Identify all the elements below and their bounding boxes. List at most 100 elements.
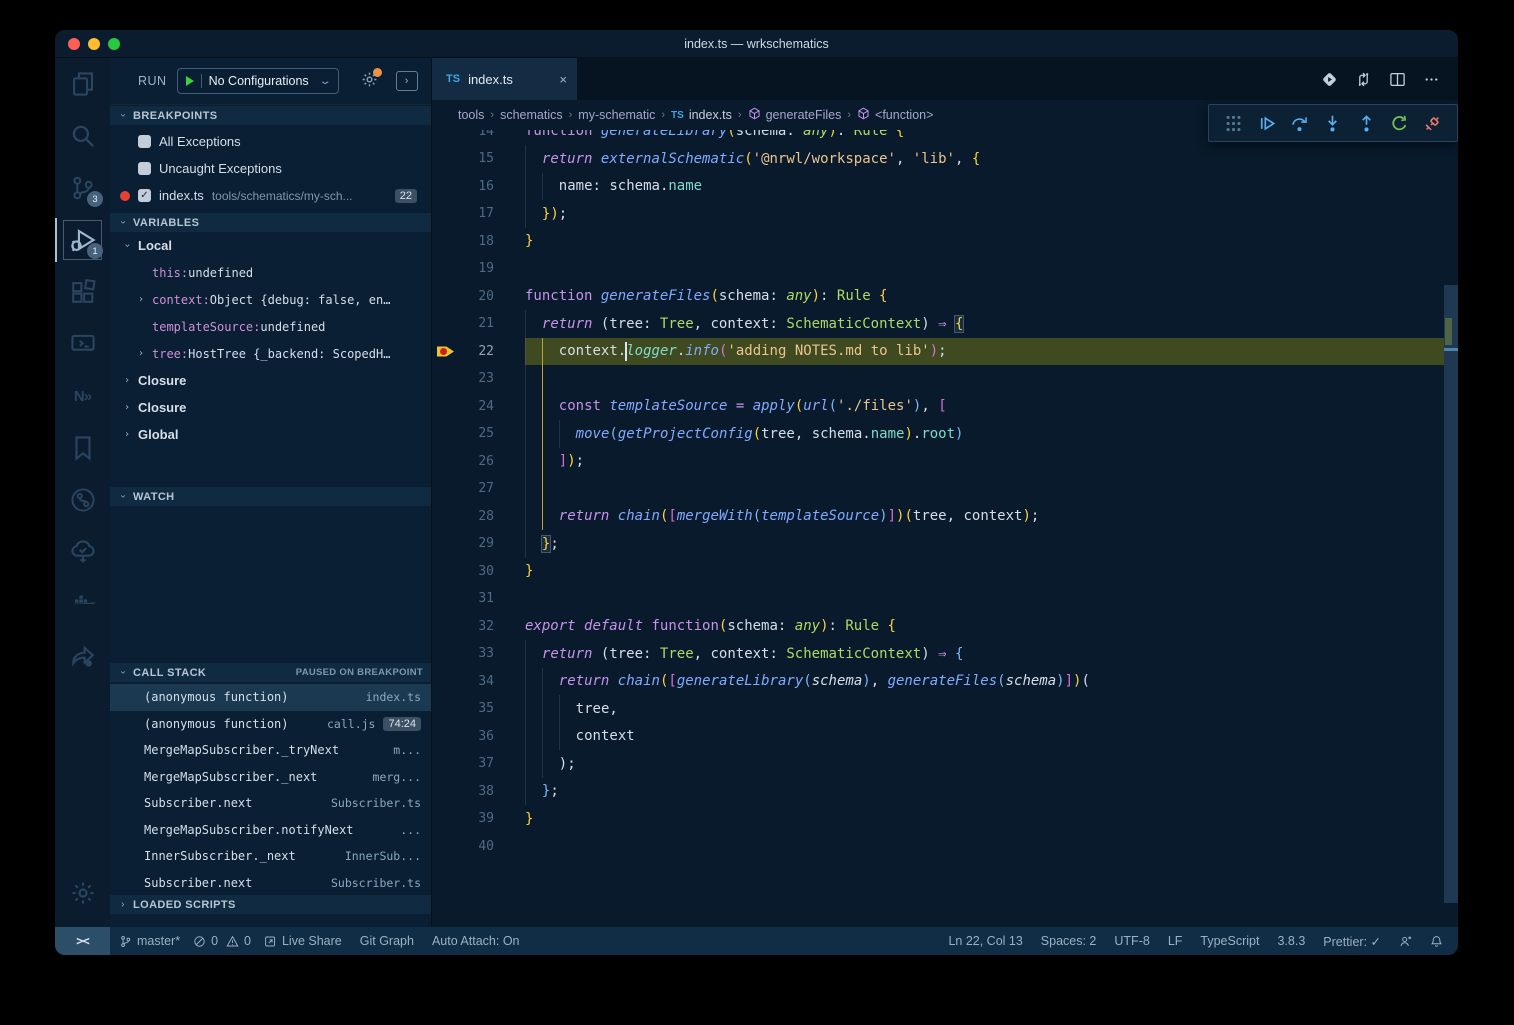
- breadcrumb-item[interactable]: tools: [458, 108, 484, 122]
- status-item-eol[interactable]: LF: [1159, 927, 1192, 955]
- status-item-auto-attach[interactable]: Auto Attach: On: [423, 927, 529, 955]
- callstack-frame[interactable]: (anonymous function)index.ts: [110, 684, 431, 711]
- code-line[interactable]: 19: [432, 255, 1458, 283]
- status-item-live-share[interactable]: Live Share: [255, 927, 351, 955]
- breadcrumb-item[interactable]: generateFiles: [748, 107, 842, 123]
- code-line[interactable]: 40: [432, 833, 1458, 861]
- code-area[interactable]: 14function generateLibrary(schema: any):…: [432, 118, 1458, 861]
- todo-tree-icon[interactable]: [55, 526, 110, 578]
- maximize-window-button[interactable]: [108, 38, 120, 50]
- code-line[interactable]: 27: [432, 475, 1458, 503]
- code-line[interactable]: 23: [432, 365, 1458, 393]
- status-item-indentation[interactable]: Spaces: 2: [1032, 927, 1106, 955]
- breakpoint-item[interactable]: All Exceptions: [110, 128, 431, 155]
- status-item-warnings[interactable]: 0: [222, 927, 255, 955]
- status-item-formatter[interactable]: Prettier: ✓: [1314, 927, 1390, 955]
- variable-scope[interactable]: ›Closure: [110, 394, 431, 421]
- code-line[interactable]: 28return chain([mergeWith(templateSource…: [432, 503, 1458, 531]
- tab-index-ts[interactable]: TS index.ts ×: [432, 58, 577, 100]
- status-item-language-mode[interactable]: TypeScript: [1191, 927, 1268, 955]
- more-actions-icon[interactable]: [1420, 68, 1442, 90]
- callstack-frame[interactable]: (anonymous function)call.js74:24: [110, 711, 431, 738]
- code-line[interactable]: 33return (tree: Tree, context: Schematic…: [432, 640, 1458, 668]
- minimize-window-button[interactable]: [88, 38, 100, 50]
- variable-item[interactable]: this: undefined: [110, 259, 431, 286]
- editor-scrollbar[interactable]: [1444, 100, 1458, 927]
- code-line[interactable]: 17});: [432, 200, 1458, 228]
- configure-launch-gear-icon[interactable]: [361, 71, 378, 91]
- status-item-git-branch[interactable]: master*: [110, 927, 189, 955]
- breadcrumb-item[interactable]: <function>: [857, 107, 933, 123]
- code-line[interactable]: 29};: [432, 530, 1458, 558]
- breakpoint-checkbox[interactable]: [138, 135, 151, 148]
- code-line[interactable]: 15return externalSchematic('@nrwl/worksp…: [432, 145, 1458, 173]
- breadcrumb-item[interactable]: schematics: [500, 108, 563, 122]
- start-debug-icon[interactable]: [186, 76, 194, 86]
- callstack-frame[interactable]: MergeMapSubscriber._nextmerg...: [110, 764, 431, 791]
- breakpoints-section-header[interactable]: ›BREAKPOINTS: [110, 105, 431, 125]
- toolbar-drag-handle[interactable]: [1219, 109, 1247, 137]
- breakpoint-item[interactable]: ✓index.tstools/schematics/my-sch...22: [110, 182, 431, 209]
- status-item-errors[interactable]: 0: [189, 927, 222, 955]
- code-line[interactable]: 21return (tree: Tree, context: Schematic…: [432, 310, 1458, 338]
- code-line[interactable]: 37);: [432, 750, 1458, 778]
- callstack-frame[interactable]: InnerSubscriber._nextInnerSub...: [110, 843, 431, 870]
- gitlens-icon[interactable]: [55, 474, 110, 526]
- variable-item[interactable]: templateSource: undefined: [110, 313, 431, 340]
- docker-icon[interactable]: [55, 578, 110, 630]
- close-window-button[interactable]: [68, 38, 80, 50]
- compare-changes-icon[interactable]: [1352, 68, 1374, 90]
- status-item-feedback[interactable]: [1390, 927, 1421, 955]
- bookmarks-icon[interactable]: [55, 422, 110, 474]
- call-stack-section-header[interactable]: ›CALL STACK PAUSED ON BREAKPOINT: [110, 662, 431, 682]
- code-line[interactable]: 22context.logger.info('adding NOTES.md t…: [432, 338, 1458, 366]
- callstack-frame[interactable]: MergeMapSubscriber.notifyNext...: [110, 817, 431, 844]
- breadcrumb-item[interactable]: my-schematic: [578, 108, 655, 122]
- code-line[interactable]: 32export default function(schema: any): …: [432, 613, 1458, 641]
- breadcrumb-item[interactable]: TSindex.ts: [671, 108, 732, 122]
- step-over-button[interactable]: [1286, 109, 1314, 137]
- code-line[interactable]: 38};: [432, 778, 1458, 806]
- run-and-debug-icon[interactable]: 1: [55, 214, 110, 266]
- status-item-cursor-position[interactable]: Ln 22, Col 13: [939, 927, 1031, 955]
- code-line[interactable]: 26]);: [432, 448, 1458, 476]
- launch-configuration-dropdown[interactable]: No Configurations ⌄: [177, 68, 339, 94]
- code-line[interactable]: 35tree,: [432, 695, 1458, 723]
- code-line[interactable]: 34return chain([generateLibrary(schema),…: [432, 668, 1458, 696]
- scrollbar-thumb[interactable]: [1444, 285, 1458, 903]
- status-item-git-graph[interactable]: Git Graph: [351, 927, 423, 955]
- watch-section-header[interactable]: ›WATCH: [110, 486, 431, 506]
- split-editor-icon[interactable]: [1386, 68, 1408, 90]
- code-line[interactable]: 18}: [432, 228, 1458, 256]
- gitlens-action-icon[interactable]: [1318, 68, 1340, 90]
- variable-item[interactable]: ›tree: HostTree {_backend: ScopedH…: [110, 340, 431, 367]
- continue-button[interactable]: [1252, 109, 1280, 137]
- extensions-icon[interactable]: [55, 266, 110, 318]
- variable-item[interactable]: ›context: Object {debug: false, en…: [110, 286, 431, 313]
- code-line[interactable]: 30}: [432, 558, 1458, 586]
- manage-gear-icon[interactable]: [55, 867, 110, 919]
- breakpoint-item[interactable]: Uncaught Exceptions: [110, 155, 431, 182]
- code-line[interactable]: 36context: [432, 723, 1458, 751]
- variable-scope[interactable]: ›Global: [110, 421, 431, 448]
- close-tab-icon[interactable]: ×: [559, 72, 567, 87]
- loaded-scripts-section-header[interactable]: ›LOADED SCRIPTS: [110, 894, 431, 914]
- breakpoint-checkbox[interactable]: [138, 162, 151, 175]
- search-icon[interactable]: [55, 110, 110, 162]
- variable-scope[interactable]: ›Local: [110, 232, 431, 259]
- status-item-encoding[interactable]: UTF-8: [1105, 927, 1158, 955]
- variable-scope[interactable]: ›Closure: [110, 367, 431, 394]
- live-share-activity-icon[interactable]: [55, 630, 110, 682]
- variables-section-header[interactable]: ›VARIABLES: [110, 212, 431, 232]
- status-item-notifications[interactable]: [1421, 927, 1452, 955]
- code-line[interactable]: 25move(getProjectConfig(tree, schema.nam…: [432, 420, 1458, 448]
- status-item-remote-indicator[interactable]: ><: [55, 927, 110, 955]
- code-line[interactable]: 24const templateSource = apply(url('./fi…: [432, 393, 1458, 421]
- callstack-frame[interactable]: Subscriber.nextSubscriber.ts: [110, 870, 431, 895]
- disconnect-button[interactable]: [1419, 109, 1447, 137]
- step-into-button[interactable]: [1319, 109, 1347, 137]
- remote-explorer-icon[interactable]: [55, 318, 110, 370]
- breakpoint-checkbox[interactable]: ✓: [138, 189, 151, 202]
- code-line[interactable]: 31: [432, 585, 1458, 613]
- callstack-frame[interactable]: MergeMapSubscriber._tryNextm...: [110, 737, 431, 764]
